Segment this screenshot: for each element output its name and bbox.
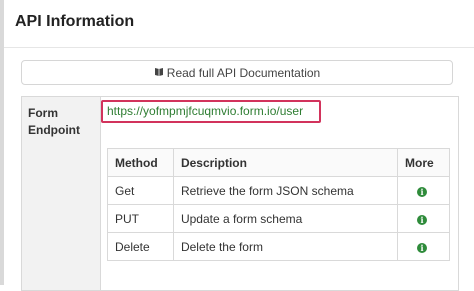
table-header-row: Method Description More xyxy=(107,148,450,177)
more-cell: i xyxy=(397,176,450,205)
table-row: PUT Update a form schema i xyxy=(107,204,450,233)
description-cell: Retrieve the form JSON schema xyxy=(172,176,399,205)
methods-table: Method Description More Get Retrieve the… xyxy=(107,148,450,261)
more-cell: i xyxy=(397,232,450,261)
table-row: Get Retrieve the form JSON schema i xyxy=(107,176,450,205)
more-cell: i xyxy=(397,204,450,233)
info-icon[interactable]: i xyxy=(417,186,428,197)
header-divider xyxy=(4,47,474,48)
panel-title: API Information xyxy=(15,13,135,30)
column-header-description: Description xyxy=(172,148,399,177)
read-api-docs-button[interactable]: Read full API Documentation xyxy=(21,60,453,85)
method-cell: Delete xyxy=(107,232,174,261)
description-cell: Delete the form xyxy=(172,232,399,261)
column-header-method: Method xyxy=(107,148,174,177)
column-header-more: More xyxy=(397,148,450,177)
method-cell: PUT xyxy=(107,204,174,233)
read-api-docs-label: Read full API Documentation xyxy=(166,66,321,80)
book-icon xyxy=(154,68,163,76)
info-icon[interactable]: i xyxy=(417,214,428,225)
method-cell: Get xyxy=(107,176,174,205)
form-endpoint-link[interactable]: https://yofmpmjfcuqmvio.form.io/user xyxy=(107,104,303,118)
form-endpoint-label: Form Endpoint xyxy=(28,106,80,137)
table-row: Delete Delete the form i xyxy=(107,232,450,261)
description-cell: Update a form schema xyxy=(172,204,399,233)
panel-left-border xyxy=(0,0,4,285)
info-icon[interactable]: i xyxy=(417,242,428,253)
